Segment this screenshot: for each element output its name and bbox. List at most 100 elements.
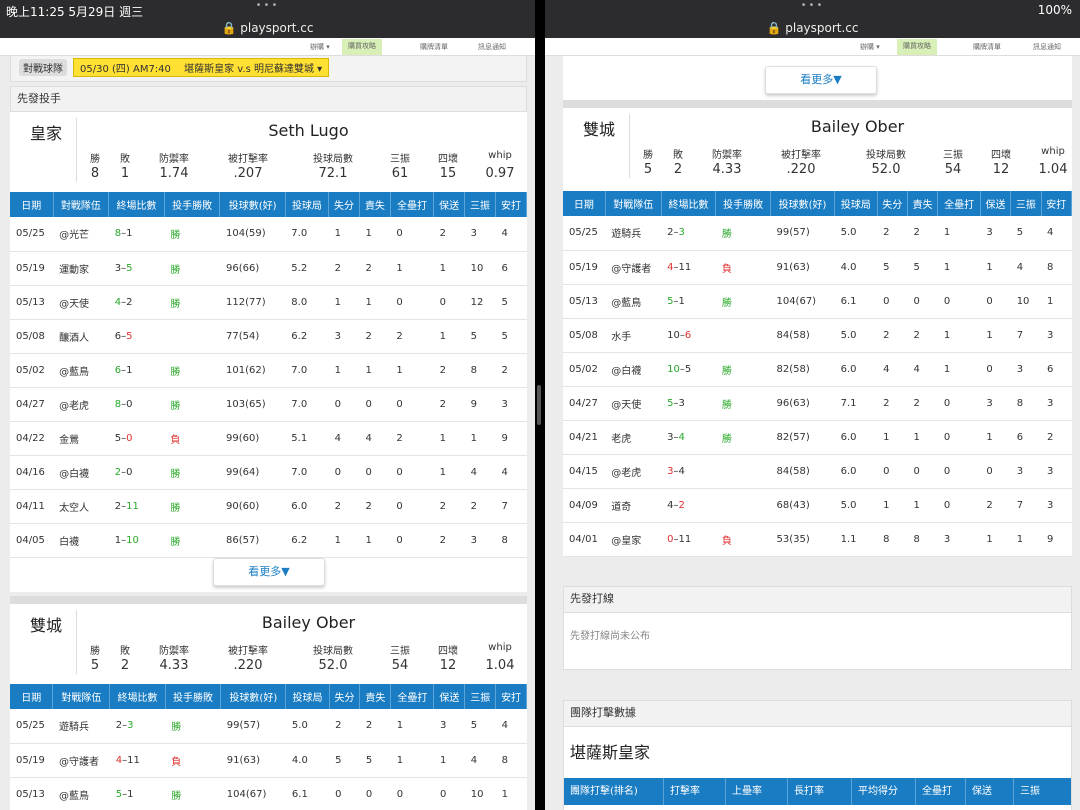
col-header[interactable]: 失分 [877, 191, 908, 216]
nav-item-4[interactable]: 訊息通知 [478, 42, 506, 52]
col-header[interactable]: 安打 [495, 684, 527, 709]
table-row[interactable]: 05/13 @天使 4–2 勝 112(77) 8.0 1 1 0 0 12 5 [10, 285, 527, 320]
col-header[interactable]: 日期 [10, 684, 54, 709]
table-row[interactable]: 04/09 道奇 4–2 68(43) 5.0 1 1 0 2 7 3 [563, 488, 1072, 523]
table-row[interactable]: 04/01 @皇家 0–11 負 53(35) 1.1 8 8 3 1 1 9 [563, 522, 1072, 557]
col-header[interactable]: 安打 [495, 192, 528, 217]
matchup-select[interactable]: 05/30 (四) AM7:40 堪薩斯皇家 v.s 明尼蘇達雙城 ▾ [73, 58, 330, 77]
multitask-dots[interactable]: ••• [0, 0, 535, 11]
nav-item-3[interactable]: 購牌清單 [973, 42, 1001, 52]
hits: 3 [495, 387, 527, 422]
table-row[interactable]: 04/21 老虎 3–4 勝 82(57) 6.0 1 1 0 1 6 2 [563, 420, 1072, 455]
col-header[interactable]: 全壘打 [390, 684, 435, 709]
col-header[interactable]: 投手勝敗 [715, 191, 771, 216]
table-row[interactable]: 05/19 運動家 3–5 勝 96(66) 5.2 2 2 1 1 10 6 [10, 251, 527, 286]
nav-item-1[interactable]: 辦購 ▾ [860, 42, 880, 52]
col-header[interactable]: 三振 [464, 192, 496, 217]
col-header[interactable]: 對戰隊伍 [52, 684, 111, 709]
table-row[interactable]: 04/22 金鶯 5–0 負 99(60) 5.1 4 4 2 1 1 9 [10, 421, 527, 456]
strikeouts: 8 [1010, 386, 1042, 421]
nav-item-4[interactable]: 訊息通知 [1033, 42, 1061, 52]
col-header[interactable]: 投球數(好) [220, 684, 287, 709]
col-header[interactable]: 安打 [1041, 191, 1073, 216]
col-header[interactable]: 終場比數 [108, 192, 165, 217]
col-header[interactable]: 長打率 [788, 778, 852, 805]
multitask-dots[interactable]: ••• [545, 0, 1080, 11]
battery-status: 100% [1037, 3, 1072, 17]
table-row[interactable]: 04/05 白襪 1–10 勝 86(57) 6.2 1 1 0 2 3 8 [10, 523, 527, 558]
col-header[interactable]: 失分 [328, 192, 360, 217]
table-row[interactable]: 05/25 遊騎兵 2–3 勝 99(57) 5.0 2 2 1 3 5 4 [10, 709, 527, 744]
col-header[interactable]: 投球局 [285, 684, 330, 709]
table-row[interactable]: 05/19 @守護者 4–11 負 91(63) 4.0 5 5 1 1 4 8 [563, 250, 1072, 285]
table-row[interactable]: 04/16 @白襪 2–0 勝 99(64) 7.0 0 0 0 1 4 4 [10, 455, 527, 490]
col-header[interactable]: 對戰隊伍 [53, 192, 110, 217]
innings: 5.2 [285, 251, 329, 286]
final-score: 5–3 [661, 386, 716, 421]
col-header[interactable]: 失分 [329, 684, 361, 709]
col-header[interactable]: 上壘率 [726, 778, 788, 805]
col-header[interactable]: 投手勝敗 [164, 192, 221, 217]
table-row[interactable]: 04/27 @天使 5–3 勝 96(63) 7.1 2 2 0 3 8 3 [563, 386, 1072, 421]
table-row[interactable]: 05/25 @光芒 8–1 勝 104(59) 7.0 1 1 0 2 3 4 [10, 217, 527, 252]
nav-item-2[interactable]: 購買攻略 [342, 39, 382, 55]
table-row[interactable]: 04/27 @老虎 8–0 勝 103(65) 7.0 0 0 0 2 9 3 [10, 387, 527, 422]
table-row[interactable]: 05/13 @藍鳥 5–1 勝 104(67) 6.1 0 0 0 0 10 1 [10, 777, 527, 810]
col-header[interactable]: 投球局 [285, 192, 330, 217]
runs: 8 [877, 522, 908, 557]
col-header[interactable]: 保送 [433, 192, 466, 217]
url-bar[interactable]: 🔒 playsport.cc [545, 20, 1080, 38]
col-header[interactable]: 投球數(好) [770, 191, 836, 216]
col-header[interactable]: 三振 [1014, 778, 1071, 805]
pitch-count: 112(77) [219, 285, 286, 320]
see-more-button[interactable]: 看更多▼ [213, 558, 325, 586]
table-row[interactable]: 05/13 @藍鳥 5–1 勝 104(67) 6.1 0 0 0 0 10 1 [563, 284, 1072, 319]
col-header[interactable]: 三振 [464, 684, 497, 709]
col-header[interactable]: 保送 [980, 191, 1012, 216]
col-header[interactable]: 投球局 [834, 191, 878, 216]
strikeouts: 8 [464, 353, 496, 388]
col-header[interactable]: 日期 [10, 192, 54, 217]
table-row[interactable]: 04/11 太空人 2–11 勝 90(60) 6.0 2 2 0 2 2 7 [10, 489, 527, 524]
col-header[interactable]: 全壘打 [916, 778, 966, 805]
col-header[interactable]: 全壘打 [390, 192, 435, 217]
game-date: 05/25 [10, 217, 54, 252]
col-header[interactable]: 投球數(好) [219, 192, 286, 217]
nav-item-2[interactable]: 購買攻略 [897, 39, 937, 55]
innings: 6.1 [285, 777, 330, 810]
col-header[interactable]: 責失 [359, 684, 392, 709]
col-header[interactable]: 保送 [966, 778, 1014, 805]
game-date: 05/02 [563, 352, 606, 387]
table-row[interactable]: 05/19 @守護者 4–11 負 91(63) 4.0 5 5 1 1 4 8 [10, 743, 527, 778]
table-row[interactable]: 05/02 @藍鳥 6–1 勝 101(62) 7.0 1 1 1 2 8 2 [10, 353, 527, 388]
final-score: 5–1 [661, 284, 716, 319]
col-header[interactable]: 團隊打擊(排名) [564, 778, 664, 805]
col-header[interactable]: 投手勝敗 [165, 684, 222, 709]
earned-runs: 2 [359, 319, 391, 354]
table-row[interactable]: 05/08 釀酒人 6–5 77(54) 6.2 3 2 2 1 5 5 [10, 319, 527, 354]
table-row[interactable]: 05/25 遊騎兵 2–3 勝 99(57) 5.0 2 2 1 3 5 4 [563, 216, 1072, 251]
col-header[interactable]: 責失 [359, 192, 391, 217]
table-row[interactable]: 05/08 水手 10–6 84(58) 5.0 2 2 1 1 7 3 [563, 318, 1072, 353]
final-score: 4–11 [109, 743, 166, 778]
col-header[interactable]: 全壘打 [937, 191, 981, 216]
url-bar[interactable]: 🔒 playsport.cc [0, 20, 535, 38]
col-header[interactable]: 平均得分 [852, 778, 916, 805]
col-header[interactable]: 終場比數 [661, 191, 717, 216]
nav-item-1[interactable]: 辦購 ▾ [310, 42, 330, 52]
nav-item-3[interactable]: 購牌清單 [420, 42, 448, 52]
table-row[interactable]: 04/15 @老虎 3–4 84(58) 6.0 0 0 0 0 3 3 [563, 454, 1072, 489]
opponent: @老虎 [605, 454, 662, 489]
col-header[interactable]: 責失 [907, 191, 939, 216]
col-header[interactable]: 打擊率 [664, 778, 726, 805]
walks: 2 [433, 489, 465, 524]
see-more-button[interactable]: 看更多▼ [765, 66, 877, 94]
col-header[interactable]: 對戰隊伍 [605, 191, 662, 216]
home-runs: 0 [390, 523, 434, 558]
col-header[interactable]: 三振 [1010, 191, 1042, 216]
table-row[interactable]: 05/02 @白襪 10–5 勝 82(58) 6.0 4 4 1 0 3 6 [563, 352, 1072, 387]
col-header[interactable]: 保送 [433, 684, 466, 709]
col-header[interactable]: 終場比數 [109, 684, 166, 709]
col-header[interactable]: 日期 [563, 191, 606, 216]
split-view-divider-handle[interactable] [537, 385, 541, 425]
